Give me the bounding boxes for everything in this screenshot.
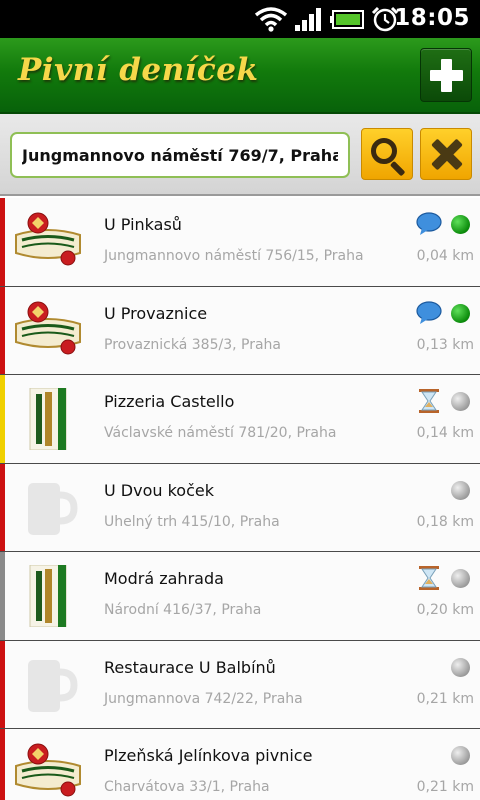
search-button[interactable]	[361, 128, 413, 180]
signal-icon	[295, 8, 321, 31]
status-dot-icon	[451, 215, 470, 234]
category-stripe	[0, 463, 5, 551]
pilsner-urquell-logo	[12, 211, 84, 273]
pub-name: U Provaznice	[104, 303, 208, 323]
pub-list[interactable]: U Pinkasů Jungmannovo náměstí 756/15, Pra…	[0, 198, 480, 800]
clear-button[interactable]	[420, 128, 472, 180]
pub-list-item[interactable]: Plzeňská Jelínkova pivnice Charvátova 33/…	[0, 729, 480, 800]
hourglass-icon	[415, 565, 443, 591]
pub-list-item[interactable]: U Pinkasů Jungmannovo náměstí 756/15, Pra…	[0, 198, 480, 287]
pub-name: U Dvou koček	[104, 480, 214, 500]
pub-address: Provaznická 385/3, Praha	[104, 336, 282, 353]
status-dot-icon	[451, 657, 470, 677]
category-stripe	[0, 375, 5, 463]
pub-name: Plzeňská Jelínkova pivnice	[104, 746, 313, 765]
app-title: Pivní deníček	[18, 52, 259, 88]
staropramen-logo	[12, 564, 84, 628]
battery-icon	[330, 10, 364, 29]
status-dot-icon	[451, 303, 470, 323]
pub-distance: 0,18 km	[416, 513, 474, 530]
add-pub-button[interactable]	[420, 48, 472, 102]
wifi-icon	[254, 7, 288, 32]
pub-name: Restaurace U Balbínů	[104, 657, 276, 677]
pub-distance: 0,21 km	[416, 779, 474, 795]
pilsner-urquell-logo	[12, 742, 84, 800]
beer-mug-placeholder	[12, 654, 84, 716]
pub-list-item[interactable]: U Provaznice Provaznická 385/3, Praha 0,13…	[0, 286, 480, 375]
pub-list-item[interactable]: Pizzeria Castello Václavské náměstí 781/2…	[0, 375, 480, 464]
pub-distance: 0,04 km	[416, 248, 474, 264]
pub-distance: 0,21 km	[416, 690, 474, 707]
pub-name: Modrá zahrada	[104, 569, 224, 588]
pub-address: Národní 416/37, Praha	[104, 602, 262, 618]
status-bar: 18:05	[0, 0, 480, 38]
pub-address: Jungmannova 742/22, Praha	[104, 690, 303, 707]
pub-address: Uhelný trh 415/10, Praha	[104, 513, 280, 530]
app-header: Pivní deníček	[0, 38, 480, 114]
comment-icon	[415, 300, 443, 326]
pub-distance: 0,20 km	[416, 602, 474, 618]
status-dot-icon	[451, 392, 470, 411]
pub-address: Václavské náměstí 781/20, Praha	[104, 425, 337, 441]
pub-list-item[interactable]: Restaurace U Balbínů Jungmannova 742/22, …	[0, 640, 480, 729]
category-stripe	[0, 729, 5, 800]
search-bar	[0, 114, 480, 196]
clock-time: 18:05	[394, 5, 470, 31]
category-stripe	[0, 286, 5, 374]
status-dot-icon	[451, 480, 470, 500]
status-dot-icon	[451, 746, 470, 765]
category-stripe	[0, 552, 5, 640]
category-stripe	[0, 198, 5, 286]
staropramen-logo	[12, 387, 84, 451]
comment-icon	[415, 211, 443, 237]
status-dot-icon	[451, 569, 470, 588]
pub-name: U Pinkasů	[104, 215, 182, 234]
address-search-input[interactable]	[10, 132, 350, 178]
hourglass-icon	[415, 388, 443, 414]
pub-distance: 0,13 km	[416, 336, 474, 353]
pub-list-item[interactable]: U Dvou koček Uhelný trh 415/10, Praha 0,18…	[0, 463, 480, 552]
category-stripe	[0, 640, 5, 728]
pilsner-urquell-logo	[12, 300, 84, 362]
search-icon	[371, 138, 397, 164]
pub-address: Charvátova 33/1, Praha	[104, 779, 270, 795]
pub-distance: 0,14 km	[416, 425, 474, 441]
beer-mug-placeholder	[12, 477, 84, 539]
pub-list-item[interactable]: Modrá zahrada Národní 416/37, Praha 0,20 k…	[0, 552, 480, 641]
pub-address: Jungmannovo náměstí 756/15, Praha	[104, 248, 364, 264]
pub-name: Pizzeria Castello	[104, 392, 235, 411]
